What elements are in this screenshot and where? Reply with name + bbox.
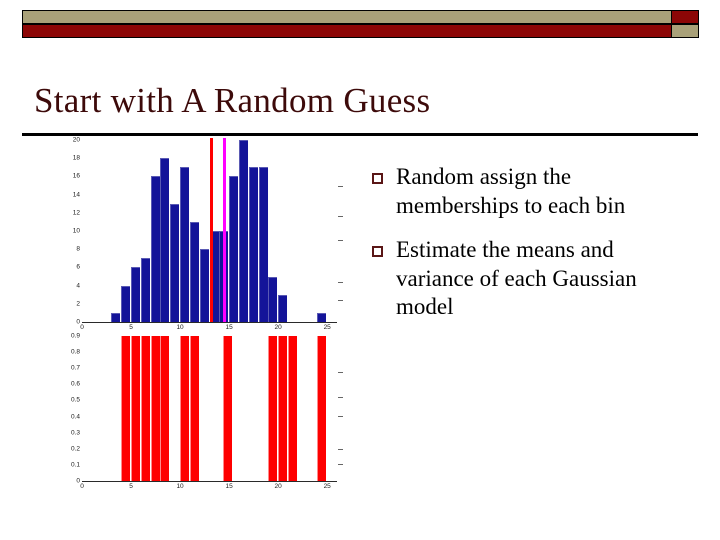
page-title: Start with A Random Guess — [34, 81, 431, 120]
y-tick-label: 0.8 — [70, 348, 80, 356]
x-tick-label: 20 — [274, 483, 282, 490]
y-tick-label: 12 — [72, 209, 80, 217]
right-axis-tick — [338, 240, 343, 242]
y-tick-label: 8 — [76, 245, 80, 253]
right-tick-layer-histogram — [82, 140, 343, 322]
x-tick-label: 0 — [80, 483, 84, 490]
right-axis-tick — [338, 415, 343, 417]
y-tick-label: 0.3 — [70, 429, 80, 437]
right-axis-tick — [338, 216, 343, 218]
chart-panel-membership: 0 0.1 0.2 0.3 0.4 0.5 0.6 0.7 0.8 0.9 0 5 10 15 20 25 — [44, 332, 344, 496]
header-bar-maroon-long — [22, 24, 672, 38]
list-item: Estimate the means and variance of each … — [372, 236, 702, 322]
y-tick-label: 16 — [72, 172, 80, 180]
x-tick-label: 0 — [80, 324, 84, 331]
y-tick-label: 18 — [72, 154, 80, 162]
y-tick-label: 0.1 — [70, 461, 80, 469]
chart-panel-histogram: 0 2 4 6 8 10 12 14 16 18 20 0 5 10 15 20 25 — [44, 136, 344, 331]
y-tick-label: 4 — [76, 282, 80, 290]
right-axis-tick — [338, 449, 343, 451]
x-tick-label: 10 — [176, 483, 184, 490]
x-axis-membership: 0 5 10 15 20 25 — [80, 482, 337, 494]
y-tick-label: 0.4 — [70, 413, 80, 421]
right-axis-tick — [338, 300, 343, 302]
hollow-square-bullet-icon — [372, 173, 383, 184]
bullet-list: Random assign the memberships to each bi… — [372, 163, 702, 338]
y-tick-label: 2 — [76, 300, 80, 308]
header-bar-olive-long — [22, 10, 672, 24]
x-tick-label: 10 — [176, 324, 184, 331]
header-decoration-top-row — [22, 10, 699, 24]
header-decoration-bottom-row — [22, 24, 699, 38]
right-axis-tick — [338, 396, 343, 398]
hollow-square-bullet-icon — [372, 246, 383, 257]
right-axis-tick — [338, 372, 343, 374]
x-tick-label: 15 — [225, 483, 233, 490]
right-tick-layer-membership — [82, 336, 343, 481]
x-tick-label: 5 — [129, 483, 133, 490]
x-tick-label: 20 — [274, 324, 282, 331]
y-tick-label: 20 — [72, 136, 80, 144]
y-tick-label: 0.9 — [70, 332, 80, 340]
y-tick-label: 0.7 — [70, 364, 80, 372]
x-tick-label: 25 — [323, 483, 331, 490]
right-axis-tick — [338, 463, 343, 465]
y-axis-membership: 0 0.1 0.2 0.3 0.4 0.5 0.6 0.7 0.8 0.9 — [44, 332, 80, 496]
x-tick-label: 5 — [129, 324, 133, 331]
header-bar-olive-cap — [671, 24, 699, 38]
y-tick-label: 0.6 — [70, 380, 80, 388]
y-tick-label: 6 — [76, 263, 80, 271]
y-tick-label: 0.5 — [70, 396, 80, 404]
slide: Start with A Random Guess 0 2 4 6 8 10 12 14 16 1… — [0, 0, 720, 540]
right-axis-tick — [338, 185, 343, 187]
y-tick-label: 14 — [72, 191, 80, 199]
header-decoration — [22, 10, 699, 40]
header-bar-maroon-cap — [671, 10, 699, 24]
figure-container: 0 2 4 6 8 10 12 14 16 18 20 0 5 10 15 20 25 0 0.1 0.2 0.3 0… — [44, 136, 344, 496]
bullet-text: Random assign the memberships to each bi… — [396, 164, 626, 218]
list-item: Random assign the memberships to each bi… — [372, 163, 702, 220]
y-axis-histogram: 0 2 4 6 8 10 12 14 16 18 20 — [44, 136, 80, 331]
y-tick-label: 10 — [72, 227, 80, 235]
plot-area-membership — [82, 336, 343, 481]
x-tick-label: 25 — [323, 324, 331, 331]
bullet-text: Estimate the means and variance of each … — [396, 237, 637, 319]
x-tick-label: 15 — [225, 324, 233, 331]
right-axis-tick — [338, 281, 343, 283]
y-tick-label: 0.2 — [70, 445, 80, 453]
plot-area-histogram — [82, 138, 343, 322]
